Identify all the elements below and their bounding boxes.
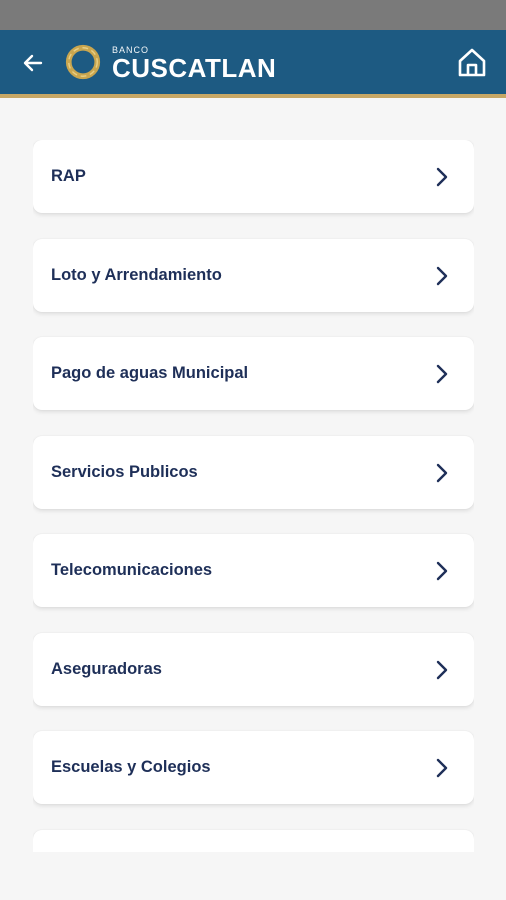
- category-item-escuelas-colegios[interactable]: Escuelas y Colegios: [33, 731, 474, 804]
- chevron-right-icon: [436, 758, 448, 778]
- category-label: Pago de aguas Municipal: [51, 364, 249, 382]
- category-label: Aseguradoras: [51, 659, 162, 678]
- chevron-right-icon: [436, 364, 448, 384]
- gold-ring-logo-icon: [65, 44, 101, 80]
- arrow-left-icon: [23, 54, 43, 72]
- back-button[interactable]: [18, 48, 48, 78]
- payment-category-list: RAP Loto y Arrendamiento Pago de aguas M…: [33, 140, 474, 852]
- list-bottom-area: [0, 852, 506, 900]
- category-item-loto-arrendamiento[interactable]: Loto y Arrendamiento: [33, 238, 474, 312]
- category-item-servicios-publicos[interactable]: Servicios Publicos: [33, 435, 474, 509]
- chevron-right-icon: [436, 463, 448, 482]
- logo-wordmark: CUSCATLAN: [112, 52, 277, 83]
- category-item-rap[interactable]: RAP: [33, 140, 474, 213]
- bank-logo: BANCO CUSCATLAN: [64, 42, 276, 82]
- category-label: Servicios Publicos: [51, 462, 198, 481]
- category-item-partial[interactable]: [33, 829, 474, 852]
- chevron-right-icon: [436, 167, 448, 187]
- category-label: Escuelas y Colegios: [51, 758, 211, 776]
- category-label: Loto y Arrendamiento: [51, 265, 222, 284]
- header-accent-line: [0, 94, 506, 98]
- chevron-right-icon: [436, 561, 448, 581]
- home-button[interactable]: [454, 44, 490, 80]
- chevron-right-icon: [436, 266, 448, 285]
- home-icon: [458, 48, 486, 77]
- category-label: RAP: [51, 167, 86, 185]
- category-item-telecomunicaciones[interactable]: Telecomunicaciones: [33, 534, 474, 607]
- logo-small-text: BANCO: [112, 44, 150, 55]
- category-label: Telecomunicaciones: [51, 561, 213, 579]
- category-item-aseguradoras[interactable]: Aseguradoras: [33, 632, 474, 706]
- app-bar: BANCO CUSCATLAN: [0, 30, 506, 94]
- status-bar: [0, 0, 506, 30]
- category-item-pago-aguas[interactable]: Pago de aguas Municipal: [33, 337, 474, 410]
- chevron-right-icon: [436, 660, 448, 679]
